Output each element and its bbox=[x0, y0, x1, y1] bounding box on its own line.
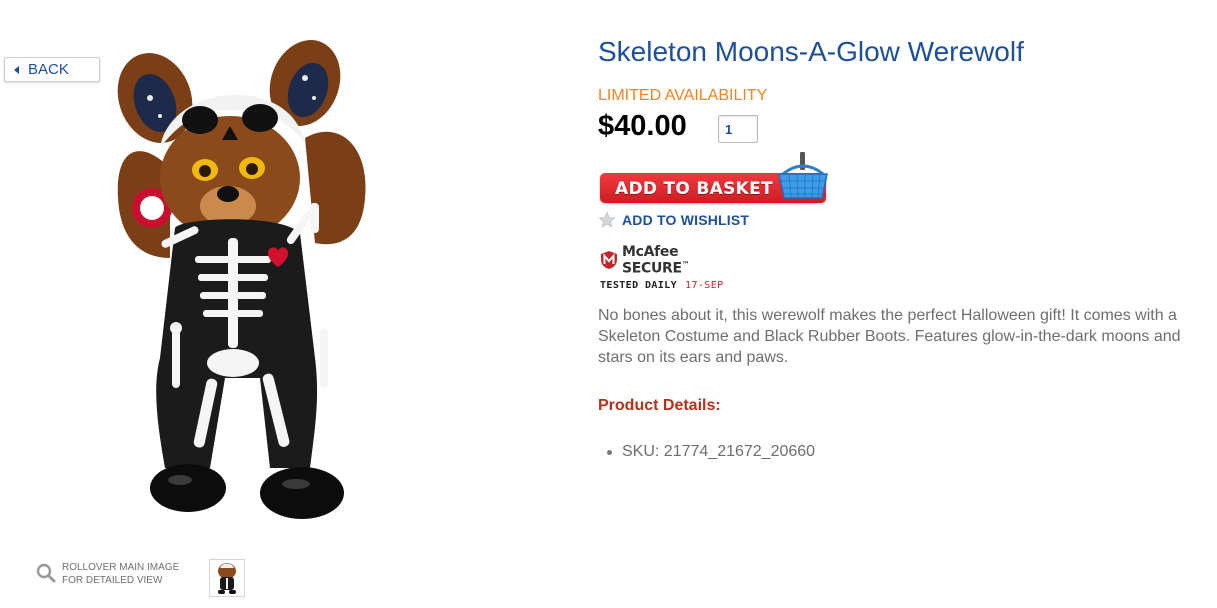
back-label: BACK bbox=[28, 61, 69, 78]
product-main-image[interactable] bbox=[100, 28, 420, 528]
availability-status: LIMITED AVAILABILITY bbox=[598, 87, 768, 104]
product-price: $40.00 bbox=[598, 110, 687, 142]
zoom-hint-line1: ROLLOVER MAIN IMAGE bbox=[62, 562, 180, 573]
mcafee-product: SECURE bbox=[621, 260, 682, 277]
product-description: No bones about it, this werewolf makes t… bbox=[598, 307, 1181, 366]
list-item: SKU: 21774_21672_20660 bbox=[598, 443, 815, 461]
basket-icon bbox=[778, 152, 828, 199]
add-to-wishlist-link[interactable]: ADD TO WISHLIST bbox=[598, 211, 749, 229]
product-details-list: SKU: 21774_21672_20660 bbox=[598, 443, 815, 461]
product-details-heading: Product Details: bbox=[598, 397, 721, 414]
mcafee-secure-badge[interactable]: McAfee SECURE™ TESTED DAILY 17-SEP bbox=[600, 244, 750, 291]
mcafee-shield-icon bbox=[600, 251, 617, 270]
add-to-basket-button[interactable]: ADD TO BASKET bbox=[599, 152, 831, 206]
mcafee-brand: McAfee bbox=[621, 244, 679, 260]
back-button[interactable]: BACK bbox=[4, 57, 100, 82]
star-icon bbox=[598, 211, 616, 228]
product-page: BACK ROLLOVER MAIN IMAGE FOR DETAILED VI… bbox=[0, 0, 1217, 608]
add-to-wishlist-label: ADD TO WISHLIST bbox=[622, 212, 750, 228]
mcafee-tested-date: 17-SEP bbox=[685, 279, 724, 291]
mcafee-tested-label: TESTED DAILY bbox=[600, 279, 678, 291]
thumbnail-image[interactable] bbox=[209, 559, 245, 597]
zoom-hint: ROLLOVER MAIN IMAGE FOR DETAILED VIEW bbox=[36, 561, 179, 587]
sku-label: SKU: bbox=[622, 443, 660, 460]
zoom-hint-line2: FOR DETAILED VIEW bbox=[62, 575, 163, 586]
magnifier-icon bbox=[36, 563, 56, 583]
quantity-input[interactable] bbox=[718, 115, 758, 143]
back-arrow-icon bbox=[14, 65, 19, 74]
sku-value: 21774_21672_20660 bbox=[663, 443, 816, 460]
add-to-basket-label: ADD TO BASKET bbox=[615, 179, 773, 199]
mcafee-brand-text: McAfee SECURE™ bbox=[621, 244, 690, 277]
product-title: Skeleton Moons-A-Glow Werewolf bbox=[598, 36, 1024, 67]
